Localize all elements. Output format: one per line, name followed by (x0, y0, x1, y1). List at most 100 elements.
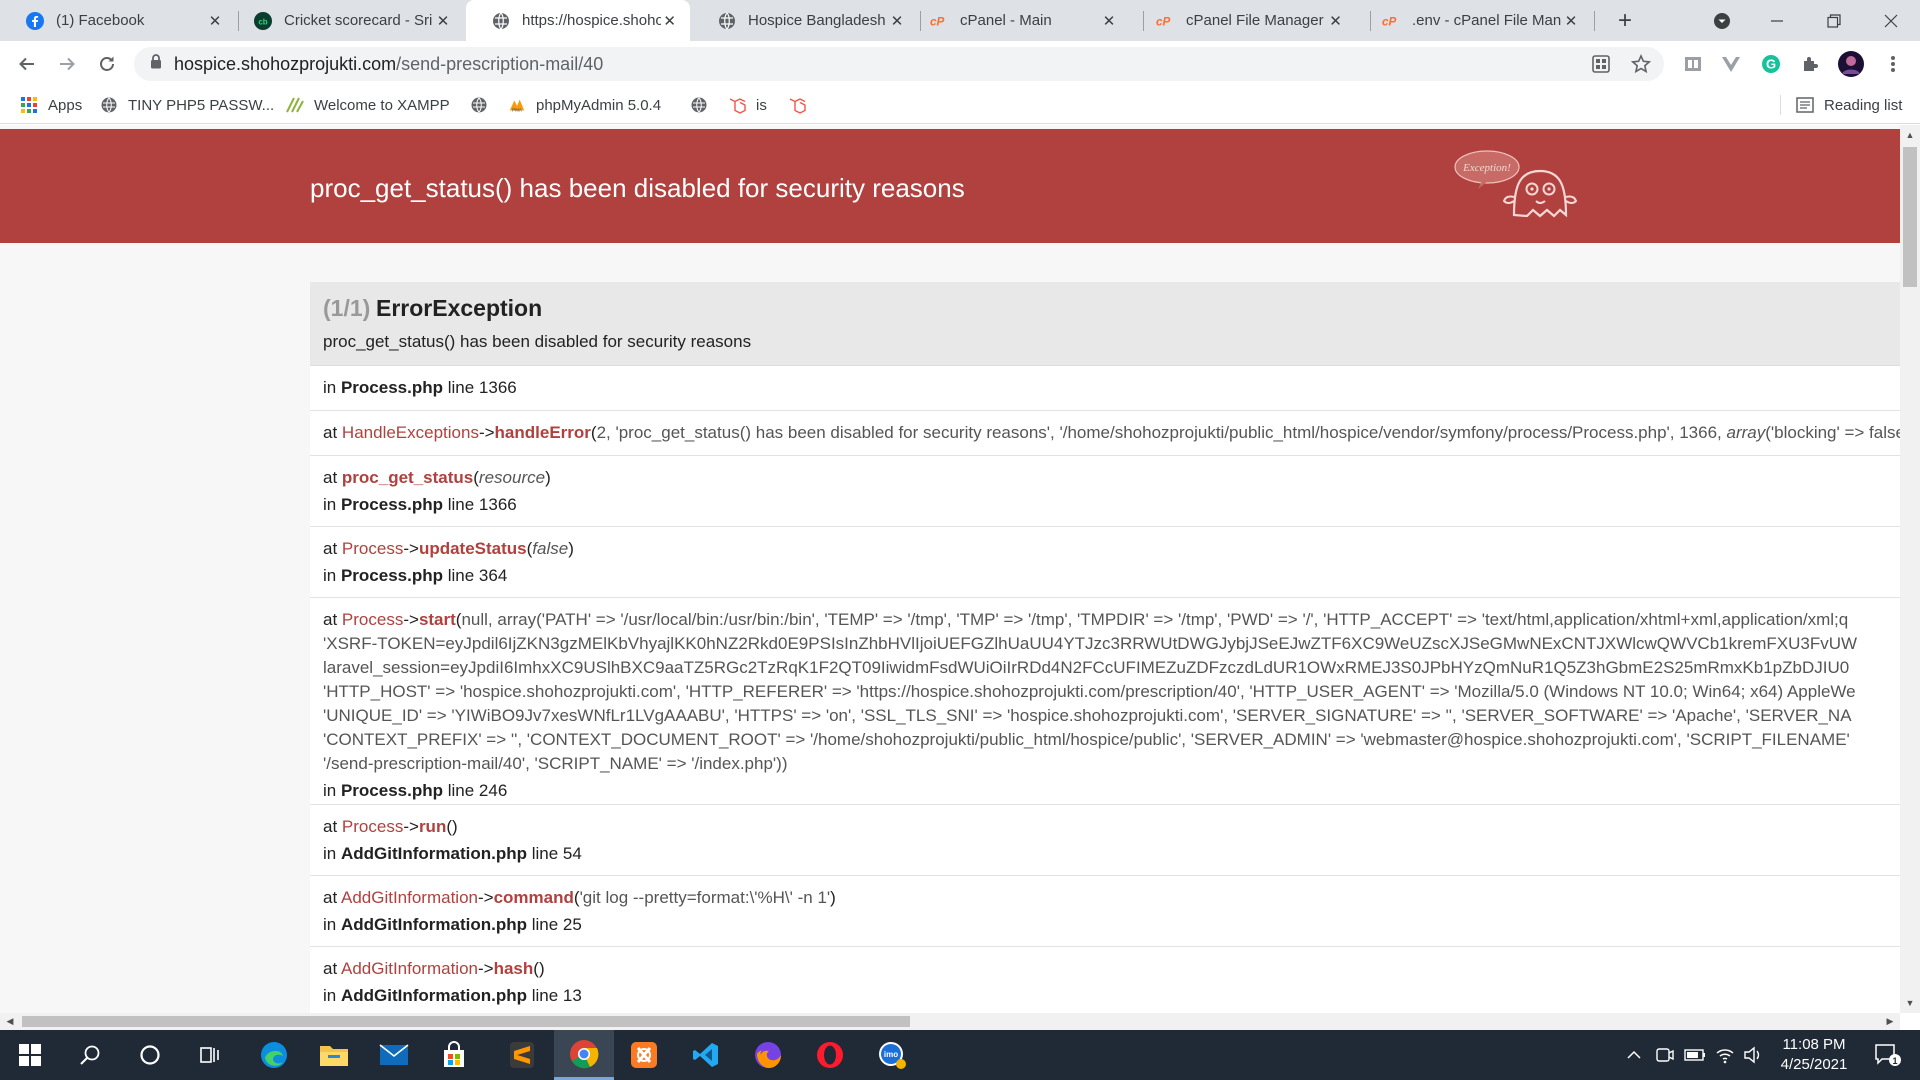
tab-hospice-active[interactable]: https://hospice.shohoz ✕ (466, 0, 690, 41)
firefox-icon[interactable] (738, 1030, 798, 1080)
bookmark-star-icon[interactable] (1628, 51, 1654, 77)
tab-cricket[interactable]: cb Cricket scorecard - Sri ✕ (228, 0, 464, 41)
bookmark-laravel-is[interactable]: is (728, 87, 767, 123)
scroll-up-arrow-icon[interactable]: ▲ (1900, 127, 1920, 143)
tab-cpanel-main[interactable]: cP cPanel - Main ✕ (904, 0, 1130, 41)
back-arrow-icon[interactable] (12, 49, 42, 79)
cortana-icon[interactable] (120, 1030, 180, 1080)
sublime-icon[interactable] (492, 1030, 552, 1080)
qr-code-icon[interactable] (1588, 51, 1614, 77)
bookmark-xampp[interactable]: Welcome to XAMPP (286, 87, 450, 123)
close-icon[interactable]: ✕ (434, 12, 452, 30)
frame-file: AddGitInformation.php (340, 986, 527, 1005)
horizontal-scrollbar[interactable]: ◀ ▶ (0, 1013, 1900, 1030)
bookmark-phpmyadmin[interactable]: PMA phpMyAdmin 5.0.4 (508, 87, 661, 123)
bookmark-globe[interactable] (690, 87, 718, 123)
wifi-icon[interactable] (1712, 1030, 1738, 1080)
exception-header-message: proc_get_status() has been disabled for … (310, 173, 965, 203)
scroll-right-arrow-icon[interactable]: ▶ (1882, 1013, 1898, 1030)
search-icon[interactable] (60, 1030, 120, 1080)
bookmark-label: TINY PHP5 PASSW... (128, 96, 275, 114)
trace-frame: at Process->run() in AddGitInformation.p… (310, 805, 1900, 876)
close-icon[interactable]: ✕ (1327, 12, 1344, 30)
tab-strip: (1) Facebook ✕ cb Cricket scorecard - Sr… (0, 0, 1920, 41)
exception-summary: (1/1) ErrorException proc_get_status() h… (310, 282, 1900, 366)
grammarly-icon[interactable]: G (1758, 51, 1784, 77)
tab-hospice-bangladesh[interactable]: Hospice Bangladesh ✕ (692, 0, 918, 41)
tray-chevron-up-icon[interactable] (1622, 1030, 1646, 1080)
tab-facebook[interactable]: (1) Facebook ✕ (0, 0, 236, 41)
tab-title: Cricket scorecard - Sri (284, 12, 433, 29)
bookmark-apps[interactable]: Apps (20, 87, 82, 123)
tab-cpanel-file-manager[interactable]: cP cPanel File Manager v ✕ (1130, 0, 1356, 41)
close-icon[interactable]: ✕ (1562, 12, 1580, 30)
battery-icon[interactable] (1682, 1030, 1708, 1080)
vscode-icon[interactable] (676, 1030, 736, 1080)
volume-icon[interactable] (1740, 1030, 1766, 1080)
windows-start-icon[interactable] (0, 1030, 60, 1080)
extension-vue-icon[interactable] (1718, 51, 1744, 77)
minimize-icon[interactable] (1748, 0, 1806, 41)
close-icon[interactable]: ✕ (206, 12, 224, 30)
menu-kebab-icon[interactable] (1880, 51, 1906, 77)
stack-trace-panel: (1/1) ErrorException proc_get_status() h… (310, 282, 1900, 1013)
restore-icon[interactable] (1805, 0, 1863, 41)
frame-args: null, array('PATH' => '/usr/local/bin:/u… (461, 610, 1849, 629)
profile-avatar-icon[interactable] (1838, 51, 1864, 77)
frame-args: resource (478, 468, 546, 487)
frame-location: in Process.php line 1366 (323, 495, 517, 514)
reading-list[interactable]: Reading list (1796, 87, 1902, 123)
frame-function: start (418, 610, 456, 629)
scroll-down-arrow-icon[interactable]: ▼ (1900, 995, 1920, 1011)
bookmark-globe[interactable] (470, 87, 498, 123)
frame-args-line: 'CONTEXT_PREFIX' => '', 'CONTEXT_DOCUMEN… (323, 730, 1850, 749)
extensions-puzzle-icon[interactable] (1798, 51, 1824, 77)
store-icon[interactable] (424, 1030, 484, 1080)
notification-center-icon[interactable]: 1 (1868, 1030, 1908, 1080)
mail-icon[interactable] (364, 1030, 424, 1080)
forward-arrow-icon[interactable] (52, 49, 82, 79)
frame-class: Process (341, 610, 404, 629)
frame-function: run (418, 817, 447, 836)
taskbar-clock[interactable]: 11:08 PM 4/25/2021 (1770, 1035, 1858, 1075)
vertical-scroll-thumb[interactable] (1903, 147, 1917, 287)
phpmyadmin-icon: PMA (508, 96, 526, 114)
extension-reader-icon[interactable] (1680, 51, 1706, 77)
frame-file: Process.php (340, 781, 444, 800)
frame-file: Process.php (340, 566, 444, 585)
chrome-icon[interactable] (554, 1030, 614, 1080)
reload-icon[interactable] (92, 49, 122, 79)
close-icon[interactable]: ✕ (661, 12, 678, 30)
frame-class: HandleExceptions (341, 423, 479, 442)
trace-frame: at AddGitInformation->hash() in AddGitIn… (310, 947, 1900, 1013)
tab-env-file-manager[interactable]: cP .env - cPanel File Man ✕ (1356, 0, 1592, 41)
bookmark-laravel[interactable] (788, 87, 816, 123)
svg-text:cP: cP (930, 15, 945, 28)
bookmark-label: phpMyAdmin 5.0.4 (536, 96, 662, 114)
apps-grid-icon (20, 96, 38, 114)
vertical-scrollbar[interactable]: ▲ ▼ (1900, 125, 1920, 1013)
bookmark-tiny-php5[interactable]: TINY PHP5 PASSW... (100, 87, 274, 123)
frame-function: command (493, 888, 574, 907)
bookmark-label: Welcome to XAMPP (314, 96, 450, 114)
file-explorer-icon[interactable] (304, 1030, 364, 1080)
xampp-icon[interactable] (614, 1030, 674, 1080)
imo-icon[interactable]: imo (862, 1030, 922, 1080)
new-tab-button[interactable]: + (1612, 7, 1638, 34)
lock-icon[interactable] (150, 54, 162, 74)
close-icon[interactable]: ✕ (1100, 12, 1118, 30)
clock-time: 11:08 PM (1782, 1036, 1846, 1053)
task-view-icon[interactable] (180, 1030, 240, 1080)
horizontal-scroll-thumb[interactable] (22, 1016, 910, 1027)
address-bar[interactable]: hospice.shohozprojukti.com/send-prescrip… (134, 47, 1664, 81)
window-close-icon[interactable] (1862, 0, 1920, 41)
notification-count: 1 (1892, 1056, 1897, 1066)
tab-search-icon[interactable] (1693, 0, 1751, 41)
frame-location: in AddGitInformation.php line 13 (323, 986, 582, 1005)
trace-frame: at HandleExceptions->handleError(2, 'pro… (310, 411, 1900, 456)
cricket-icon: cb (254, 11, 272, 30)
meet-now-icon[interactable] (1652, 1030, 1678, 1080)
scroll-left-arrow-icon[interactable]: ◀ (2, 1013, 18, 1030)
edge-icon[interactable] (244, 1030, 304, 1080)
opera-icon[interactable] (800, 1030, 860, 1080)
